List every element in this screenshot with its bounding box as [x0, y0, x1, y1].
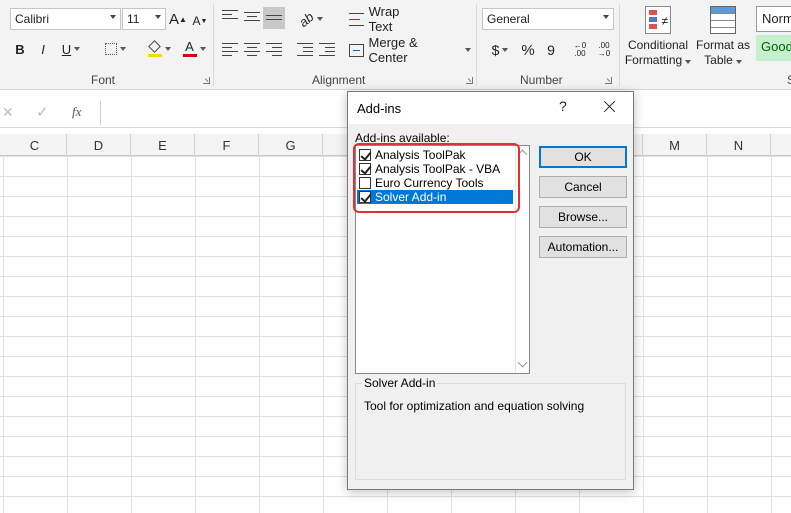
divider — [476, 4, 477, 86]
increase-indent-icon[interactable] — [319, 43, 335, 57]
conditional-formatting-icon: ≠ — [645, 6, 671, 34]
font-color-button[interactable]: A — [180, 38, 208, 60]
scroll-down-icon[interactable] — [517, 357, 528, 368]
format-as-table-button[interactable]: Format as Table — [694, 4, 752, 70]
wrap-text-icon — [349, 12, 364, 26]
align-bottom-icon[interactable] — [263, 7, 285, 29]
decrease-indent-icon[interactable] — [297, 43, 313, 57]
orientation-button[interactable]: ab — [296, 8, 326, 30]
font-size-combo[interactable]: 11 — [122, 8, 166, 30]
description-text: Tool for optimization and equation solvi… — [364, 399, 585, 413]
currency-button[interactable]: $ — [486, 39, 514, 61]
chevron-down-icon — [155, 15, 161, 19]
merge-center-button[interactable]: Merge & Center — [349, 35, 471, 65]
check-icon[interactable]: ✓ — [36, 103, 49, 121]
dialog-launcher-icon[interactable] — [466, 77, 473, 84]
number-format-combo[interactable]: General — [482, 8, 614, 30]
conditional-formatting-button[interactable]: ≠ Conditional Formatting — [624, 4, 692, 70]
addins-dialog: Add-ins ? Add-ins available: Analysis To… — [347, 91, 634, 490]
dialog-title-bar[interactable]: Add-ins ? — [348, 92, 633, 124]
function-icon[interactable]: fx — [72, 104, 81, 120]
orientation-icon: ab — [296, 8, 317, 30]
column-header[interactable]: D — [67, 134, 131, 156]
ok-button[interactable]: OK — [539, 146, 627, 168]
number-group-label: Number — [520, 73, 563, 87]
borders-icon — [104, 43, 117, 55]
dialog-launcher-icon[interactable] — [203, 77, 210, 84]
font-family-combo[interactable]: Calibri — [10, 8, 121, 30]
borders-button[interactable] — [101, 38, 129, 60]
align-left-icon[interactable] — [222, 43, 238, 57]
align-center-icon[interactable] — [244, 43, 260, 57]
fill-color-button[interactable] — [144, 38, 174, 60]
description-group: Solver Add-in Tool for optimization and … — [355, 376, 626, 480]
font-family-value: Calibri — [15, 12, 50, 26]
chevron-down-icon — [603, 15, 609, 19]
ribbon: Calibri 11 A ▲ A ▼ B I U A Font ab Wrap … — [0, 0, 791, 90]
divider — [619, 4, 620, 86]
wrap-text-button[interactable]: Wrap Text — [349, 4, 425, 34]
column-header[interactable]: N — [707, 134, 771, 156]
font-color-icon: A — [182, 40, 197, 57]
decrease-decimal-button[interactable]: .00 →0 — [594, 39, 614, 61]
help-icon[interactable]: ? — [559, 98, 567, 114]
align-right-icon[interactable] — [266, 43, 282, 57]
cell-style-good[interactable]: Good — [756, 35, 791, 61]
dialog-title: Add-ins — [357, 101, 402, 116]
comma-style-button[interactable]: 9 — [544, 39, 558, 61]
browse-button[interactable]: Browse... — [539, 206, 627, 228]
styles-group-label: S — [787, 73, 791, 87]
align-top-icon[interactable] — [222, 10, 238, 24]
column-header[interactable]: G — [259, 134, 323, 156]
column-header[interactable]: M — [643, 134, 707, 156]
column-header[interactable]: C — [3, 134, 67, 156]
cell-style-normal[interactable]: Norm — [756, 6, 791, 32]
increase-decimal-button[interactable]: ←0 .00 — [570, 39, 590, 61]
column-header[interactable]: E — [131, 134, 195, 156]
align-middle-icon[interactable] — [244, 12, 260, 26]
bold-button[interactable]: B — [13, 38, 27, 60]
grow-font-button[interactable]: A ▲ — [169, 8, 187, 30]
column-header[interactable]: F — [195, 134, 259, 156]
description-title: Solver Add-in — [362, 376, 438, 390]
close-icon[interactable]: ✕ — [2, 104, 14, 121]
font-group-label: Font — [91, 73, 116, 87]
close-icon[interactable] — [599, 96, 621, 118]
highlight-annotation — [353, 143, 520, 213]
percent-button[interactable]: % — [519, 39, 537, 61]
table-icon — [710, 6, 736, 34]
divider — [213, 4, 214, 86]
dialog-launcher-icon[interactable] — [605, 77, 612, 84]
decrease-decimal-icon: →0 — [597, 49, 611, 58]
alignment-group-label: Alignment — [312, 73, 366, 87]
automation-button[interactable]: Automation... — [539, 236, 627, 258]
paint-bucket-icon — [147, 40, 162, 57]
underline-button[interactable]: U — [58, 38, 84, 60]
shrink-font-button[interactable]: A ▼ — [192, 10, 208, 32]
font-size-value: 11 — [127, 12, 140, 26]
chevron-down-icon — [110, 15, 116, 19]
merge-icon — [349, 43, 364, 57]
italic-button[interactable]: I — [36, 38, 50, 60]
cancel-button[interactable]: Cancel — [539, 176, 627, 198]
